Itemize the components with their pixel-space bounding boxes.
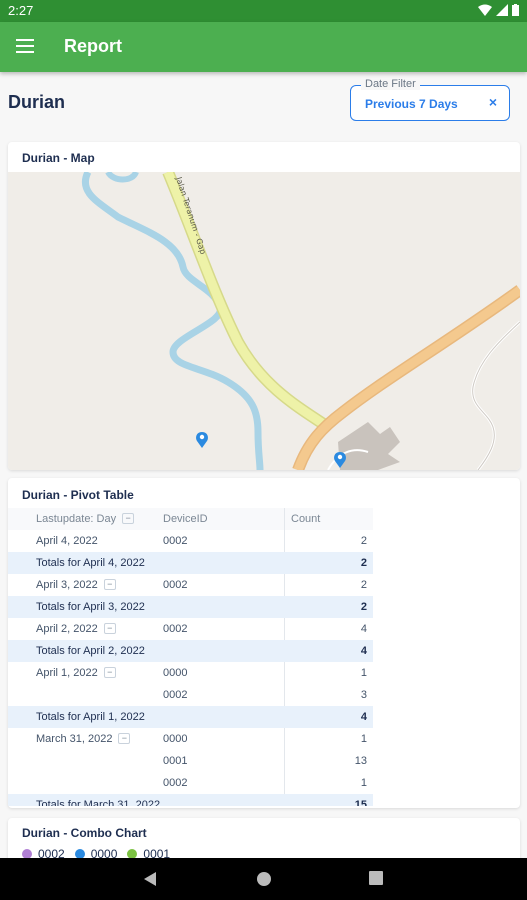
recents-icon[interactable] [369, 871, 383, 885]
pivot-header-device: DeviceID [163, 513, 208, 525]
pivot-total-row: Totals for April 4, 2022 2 [8, 552, 373, 574]
pivot-date-cell: March 31, 2022 [36, 733, 113, 745]
status-bar: 2:27 [0, 0, 527, 22]
pivot-date-cell: Totals for April 4, 2022 [36, 557, 145, 569]
pivot-header-date: Lastupdate: Day [36, 513, 117, 525]
map-pin-icon[interactable] [196, 432, 208, 448]
pivot-count-cell: 2 [360, 557, 367, 569]
pivot-count-cell: 4 [360, 645, 367, 657]
pivot-header-count: Count [291, 513, 321, 525]
pivot-count-cell: 15 [354, 799, 367, 806]
battery-icon [512, 4, 519, 16]
pivot-device-cell: 0002 [163, 535, 188, 547]
pivot-data-row: April 3, 2022− 0002 2 [8, 574, 373, 596]
pivot-data-row: March 31, 2022− 0000 1 [8, 728, 373, 750]
pivot-date-cell: Totals for April 2, 2022 [36, 645, 145, 657]
pivot-data-row: 0002 1 [8, 772, 373, 794]
pivot-count-cell: 2 [360, 535, 367, 547]
pivot-date-cell: April 1, 2022 [36, 667, 98, 679]
home-icon[interactable] [256, 871, 272, 887]
pivot-data-row: April 4, 2022 0002 2 [8, 530, 373, 552]
app-bar-title: Report [64, 36, 122, 56]
pivot-date-cell: Totals for March 31, 2022 [36, 799, 161, 806]
pivot-total-row: Totals for April 3, 2022 2 [8, 596, 373, 618]
collapse-icon[interactable]: − [103, 622, 116, 634]
pivot-body: April 4, 2022 0002 2 Totals for April 4, 20… [8, 530, 373, 806]
pivot-device-cell: 0000 [163, 733, 188, 745]
date-filter-label: Date Filter [361, 78, 420, 90]
pivot-device-cell: 0002 [163, 579, 188, 591]
wifi-icon [478, 4, 492, 16]
date-filter-value: Previous 7 Days [365, 97, 458, 111]
menu-icon[interactable] [16, 39, 34, 53]
pivot-count-cell: 3 [360, 689, 367, 701]
map-card: Durian - Map Jalan Teranum - Gap [8, 142, 520, 470]
collapse-icon[interactable]: − [118, 732, 131, 744]
pivot-count-cell: 4 [360, 623, 367, 635]
pivot-total-row: Totals for March 31, 2022 15 [8, 794, 373, 806]
pivot-count-cell: 2 [360, 579, 367, 591]
pivot-date-cell: Totals for April 3, 2022 [36, 601, 145, 613]
map-view[interactable]: Jalan Teranum - Gap [8, 169, 520, 470]
collapse-icon[interactable]: − [122, 512, 135, 524]
pivot-date-cell: April 4, 2022 [36, 535, 98, 547]
signal-icon [496, 4, 508, 16]
collapse-icon[interactable]: − [103, 666, 116, 678]
pivot-device-cell: 0002 [163, 777, 188, 789]
pivot-count-cell: 1 [360, 777, 367, 789]
pivot-device-cell: 0002 [163, 689, 188, 701]
pivot-device-cell: 0000 [163, 667, 188, 679]
map-graphic: Jalan Teranum - Gap [81, 169, 520, 470]
pivot-data-row: 0002 3 [8, 684, 373, 706]
pivot-total-row: Totals for April 2, 2022 4 [8, 640, 373, 662]
pivot-header-row: Lastupdate: Day − DeviceID Count [8, 508, 373, 530]
pivot-count-cell: 2 [360, 601, 367, 613]
app-bar: Report [0, 22, 527, 72]
pivot-count-cell: 13 [354, 755, 367, 767]
pivot-count-cell: 4 [360, 711, 367, 723]
pivot-total-row: Totals for April 1, 2022 4 [8, 706, 373, 728]
map-card-title: Durian - Map [22, 151, 95, 165]
pivot-table[interactable]: Lastupdate: Day − DeviceID Count April 4,… [8, 508, 373, 806]
system-nav-bar [0, 858, 527, 900]
pivot-count-cell: 1 [360, 733, 367, 745]
pivot-date-cell: April 3, 2022 [36, 579, 98, 591]
back-icon[interactable] [143, 871, 157, 887]
pivot-device-cell: 0001 [163, 755, 188, 767]
date-filter-select[interactable]: Date Filter Previous 7 Days × [350, 78, 510, 121]
pivot-card-title: Durian - Pivot Table [22, 488, 134, 502]
pivot-table-card: Durian - Pivot Table Lastupdate: Day − De… [8, 478, 520, 808]
pivot-device-cell: 0002 [163, 623, 188, 635]
status-time: 2:27 [8, 3, 34, 18]
status-icons [478, 4, 519, 16]
collapse-icon[interactable]: − [103, 578, 116, 590]
combo-card-title: Durian - Combo Chart [22, 826, 147, 840]
pivot-data-row: April 1, 2022− 0000 1 [8, 662, 373, 684]
pivot-data-row: 0001 13 [8, 750, 373, 772]
pivot-date-cell: Totals for April 1, 2022 [36, 711, 145, 723]
pivot-count-cell: 1 [360, 667, 367, 679]
clear-icon[interactable]: × [489, 94, 497, 110]
pivot-date-cell: April 2, 2022 [36, 623, 98, 635]
pivot-data-row: April 2, 2022− 0002 4 [8, 618, 373, 640]
page-title: Durian [8, 92, 66, 112]
